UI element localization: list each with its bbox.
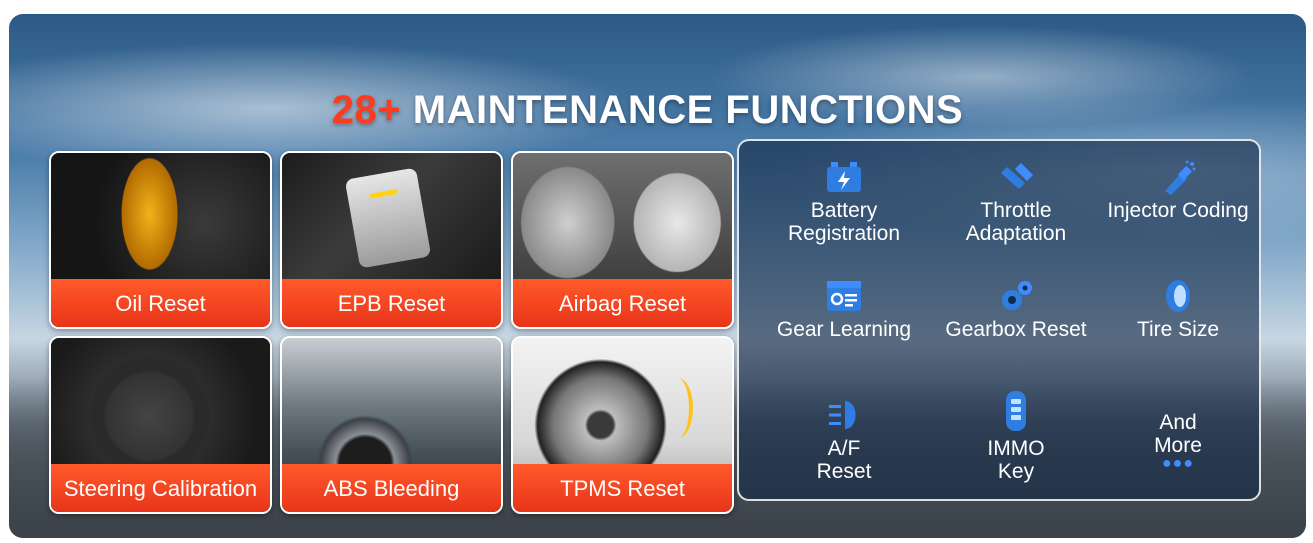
gears-icon: [1002, 281, 1032, 310]
tile-abs-bleeding[interactable]: ABS Bleeding: [280, 336, 503, 514]
feature-label: IMMO Key: [987, 437, 1045, 483]
title-main: MAINTENANCE FUNCTIONS: [412, 88, 964, 132]
feature-label: And More: [1154, 411, 1202, 457]
tile-airbag-reset[interactable]: Airbag Reset: [511, 151, 734, 329]
tile-label: Oil Reset: [51, 279, 270, 327]
feature-label: Throttle Adaptation: [965, 199, 1067, 245]
feature-gear-learning[interactable]: Gear Learning: [759, 278, 929, 341]
headlight-icon: [829, 401, 856, 429]
tile-tpms-reset[interactable]: TPMS Reset: [511, 336, 734, 514]
tile-epb-reset[interactable]: EPB Reset: [280, 151, 503, 329]
tile-steering-calibration[interactable]: Steering Calibration: [49, 336, 272, 514]
page-title: 28+ MAINTENANCE FUNCTIONS: [9, 88, 1306, 133]
tile-label: EPB Reset: [282, 279, 501, 327]
tile-label: Airbag Reset: [513, 279, 732, 327]
feature-battery-registration[interactable]: Battery Registration: [759, 159, 929, 245]
feature-and-more[interactable]: And More ●●●: [1093, 411, 1263, 472]
injector-icon: [1165, 160, 1196, 195]
feature-label: Battery Registration: [787, 199, 901, 245]
car-key-icon: [1006, 391, 1026, 431]
tile-label: Steering Calibration: [51, 464, 270, 512]
feature-af-reset[interactable]: A/F Reset: [759, 397, 929, 483]
feature-immo-key[interactable]: IMMO Key: [931, 389, 1101, 483]
feature-label: Gearbox Reset: [945, 318, 1087, 341]
feature-panel: Battery Registration Throttle Adaptation…: [737, 139, 1261, 501]
feature-throttle-adaptation[interactable]: Throttle Adaptation: [931, 159, 1101, 245]
gear-learning-screen-icon: [827, 281, 861, 311]
feature-label: Injector Coding: [1107, 199, 1249, 222]
tile-label: TPMS Reset: [513, 464, 732, 512]
feature-label: Gear Learning: [776, 318, 912, 341]
more-dots-icon: ●●●: [1162, 455, 1194, 472]
title-accent: 28+: [331, 88, 402, 132]
feature-injector-coding[interactable]: Injector Coding: [1093, 159, 1263, 222]
feature-tire-size[interactable]: Tire Size: [1093, 278, 1263, 341]
tile-oil-reset[interactable]: Oil Reset: [49, 151, 272, 329]
feature-label: A/F Reset: [816, 437, 872, 483]
tile-label: ABS Bleeding: [282, 464, 501, 512]
battery-icon: [827, 162, 861, 192]
throttle-pedal-icon: [1001, 163, 1033, 189]
tire-icon: [1166, 280, 1190, 312]
feature-label: Tire Size: [1136, 318, 1220, 341]
feature-gearbox-reset[interactable]: Gearbox Reset: [931, 278, 1101, 341]
